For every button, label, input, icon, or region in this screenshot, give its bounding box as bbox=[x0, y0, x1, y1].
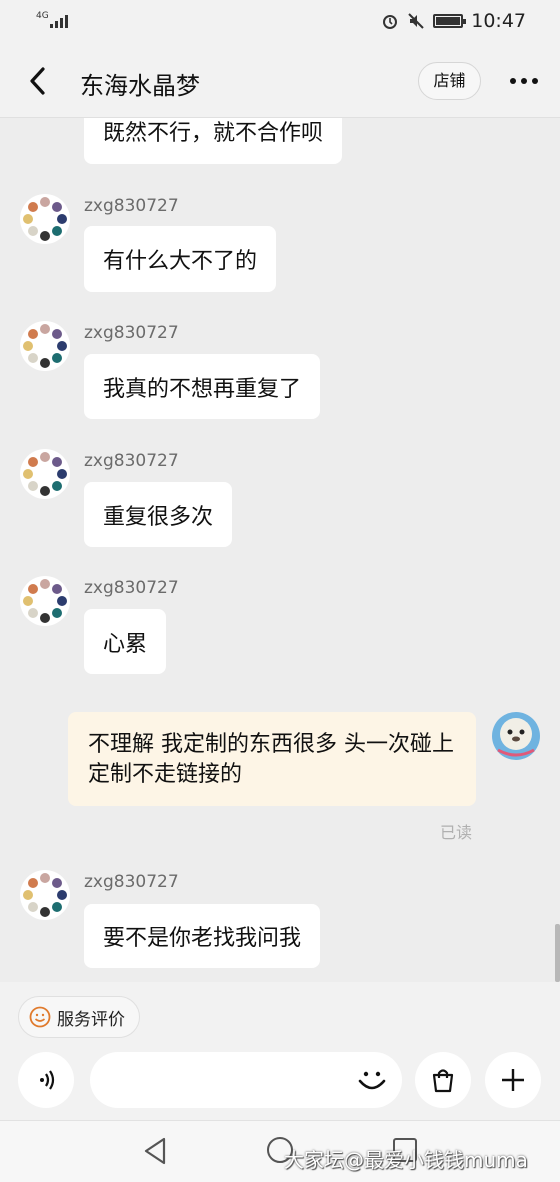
service-rating-label: 服务评价 bbox=[57, 1009, 125, 1030]
message-bubble[interactable]: 既然不行，就不合作呗 bbox=[84, 118, 343, 164]
voice-button[interactable] bbox=[18, 1052, 74, 1108]
sender-name: zxg830727 bbox=[84, 323, 179, 343]
network-indicator: 4G bbox=[36, 11, 49, 21]
more-dots-icon[interactable] bbox=[510, 78, 538, 84]
scrollbar[interactable] bbox=[555, 924, 560, 982]
chevron-left-icon[interactable] bbox=[26, 66, 50, 96]
smile-icon bbox=[29, 1006, 51, 1028]
shop-button[interactable]: 店铺 bbox=[418, 62, 481, 100]
chat-title: 东海水晶梦 bbox=[80, 72, 200, 100]
message-text: 既然不行，就不合作呗 bbox=[103, 121, 324, 146]
crystal-bracelet-icon bbox=[23, 324, 67, 368]
chat-list[interactable]: 既然不行，就不合作呗 zxg830727 有什么大不了的 zxg830727 我… bbox=[0, 118, 560, 982]
avatar[interactable] bbox=[20, 449, 70, 499]
watermark: 大家坛@最爱小钱钱muma bbox=[284, 1148, 528, 1172]
crystal-bracelet-icon bbox=[23, 579, 67, 623]
nav-back-icon[interactable] bbox=[142, 1137, 168, 1165]
avatar[interactable] bbox=[20, 194, 70, 244]
avatar[interactable] bbox=[20, 576, 70, 626]
message-text: 要不是你老找我问我 bbox=[103, 926, 302, 951]
sender-name: zxg830727 bbox=[84, 872, 179, 892]
my-message-bubble[interactable]: 不理解 我定制的东西很多 头一次碰上定制不走链接的 bbox=[68, 712, 476, 806]
service-rating-button[interactable]: 服务评价 bbox=[18, 996, 140, 1038]
clock: 10:47 bbox=[471, 10, 526, 32]
battery-icon bbox=[433, 14, 467, 28]
plus-icon bbox=[502, 1069, 524, 1091]
alarm-icon bbox=[383, 15, 398, 29]
message-bubble[interactable]: 我真的不想再重复了 bbox=[84, 354, 321, 419]
seal-cartoon-icon bbox=[492, 712, 540, 760]
shop-products-button[interactable] bbox=[415, 1052, 471, 1108]
status-bar: 4G 10:47 bbox=[0, 0, 560, 44]
message-bubble[interactable]: 有什么大不了的 bbox=[84, 226, 277, 292]
message-text: 不理解 我定制的东西很多 头一次碰上定制不走链接的 bbox=[88, 732, 454, 787]
sender-name: zxg830727 bbox=[84, 196, 179, 216]
crystal-bracelet-icon bbox=[23, 873, 67, 917]
message-bubble[interactable]: 心累 bbox=[84, 609, 167, 674]
crystal-bracelet-icon bbox=[23, 197, 67, 241]
message-bubble[interactable]: 要不是你老找我问我 bbox=[84, 904, 321, 968]
bag-icon bbox=[432, 1069, 454, 1093]
sender-name: zxg830727 bbox=[84, 451, 179, 471]
message-text: 重复很多次 bbox=[103, 504, 214, 530]
quick-actions-row: 服务评价 bbox=[0, 982, 560, 1046]
read-status: 已读 bbox=[440, 823, 473, 842]
sender-name: zxg830727 bbox=[84, 578, 179, 598]
input-bar bbox=[0, 1046, 560, 1120]
add-button[interactable] bbox=[485, 1052, 541, 1108]
smile-icon[interactable] bbox=[354, 1062, 390, 1098]
message-text: 有什么大不了的 bbox=[103, 249, 258, 274]
voice-icon bbox=[40, 1070, 55, 1090]
mute-icon bbox=[408, 13, 424, 29]
signal-icon bbox=[50, 12, 68, 28]
message-text: 我真的不想再重复了 bbox=[103, 376, 302, 402]
crystal-bracelet-icon bbox=[23, 452, 67, 496]
avatar[interactable] bbox=[20, 870, 70, 920]
avatar[interactable] bbox=[20, 321, 70, 371]
my-avatar[interactable] bbox=[490, 710, 542, 762]
message-text: 心累 bbox=[103, 631, 148, 657]
message-bubble[interactable]: 重复很多次 bbox=[84, 482, 233, 547]
chat-header: 东海水晶梦 店铺 bbox=[0, 44, 560, 118]
